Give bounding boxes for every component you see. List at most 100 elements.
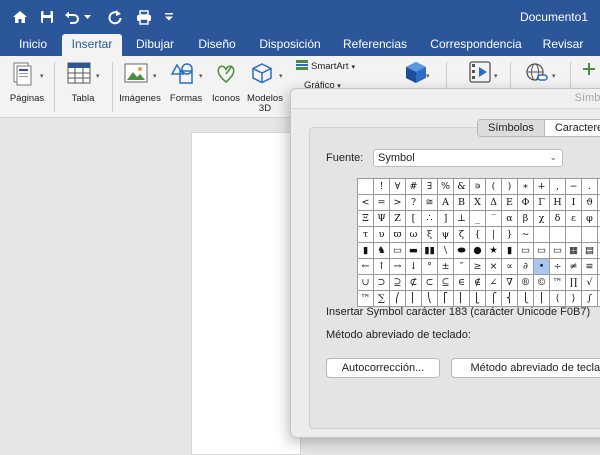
symbol-cell[interactable]: × xyxy=(485,258,502,275)
symbol-cell[interactable]: ⎡ xyxy=(437,290,454,307)
symbol-cell[interactable]: δ xyxy=(549,210,566,227)
symbol-cell[interactable]: Ζ xyxy=(389,210,406,227)
symbol-cell[interactable]: ⊃ xyxy=(373,274,390,291)
symbol-cell[interactable]: Ψ xyxy=(373,210,390,227)
symbol-cell[interactable]: ϑ xyxy=(581,194,598,211)
symbol-cell[interactable]: ≡ xyxy=(581,258,598,275)
symbol-cell[interactable]: ε xyxy=(565,210,582,227)
symbol-cell[interactable]: τ xyxy=(357,226,374,243)
symbol-cell[interactable]: ∫ xyxy=(581,290,598,307)
autocorrect-button[interactable]: Autocorrección... xyxy=(326,358,440,378)
symbol-cell[interactable] xyxy=(549,226,566,243)
document-page[interactable] xyxy=(191,132,301,455)
symbol-cell[interactable]: ⎜ xyxy=(405,290,422,307)
symbol-cell[interactable]: ) xyxy=(501,178,518,195)
tab-diseno[interactable]: Diseño xyxy=(193,34,241,56)
symbol-cell[interactable]: Η xyxy=(549,194,566,211)
symbol-cell[interactable]: √ xyxy=(581,274,598,291)
symbol-cell[interactable]: ⊂ xyxy=(421,274,438,291)
symbol-cell[interactable]: } xyxy=(501,226,518,243)
symbol-cell[interactable]: ∀ xyxy=(389,178,406,195)
customize-toolbar-icon[interactable] xyxy=(164,8,174,26)
symbol-cell[interactable]: ® xyxy=(517,274,534,291)
symbol-cell[interactable]: ⎝ xyxy=(421,290,438,307)
symbol-cell[interactable]: ⎧ xyxy=(485,290,502,307)
symbol-cell[interactable]: ζ xyxy=(453,226,470,243)
symbol-cell[interactable]: ( xyxy=(485,178,502,195)
symbol-cell[interactable]: ∏ xyxy=(565,274,582,291)
symbol-cell[interactable]: ▮ xyxy=(357,242,374,259)
symbol-cell[interactable]: _ xyxy=(469,210,486,227)
segment-caracteres[interactable]: Caracteres xyxy=(545,120,600,136)
symbol-cell[interactable]: ∃ xyxy=(421,178,438,195)
symbol-cell[interactable]: ∂ xyxy=(517,258,534,275)
modelos-3d-button[interactable]: ▾ Modelos 3D xyxy=(244,56,286,118)
symbol-cell[interactable]: ≥ xyxy=(469,258,486,275)
symbol-cell[interactable]: ‾ xyxy=(485,210,502,227)
tabla-button[interactable]: ▾ Tabla xyxy=(58,56,108,118)
symbol-cell[interactable]: ∇ xyxy=(501,274,518,291)
redo-icon[interactable] xyxy=(106,8,124,26)
symbol-cell[interactable]: ≠ xyxy=(565,258,582,275)
segment-simbolos[interactable]: Símbolos xyxy=(478,120,545,136)
symbol-cell[interactable]: Α xyxy=(437,194,454,211)
symbol-cell[interactable]: ∠ xyxy=(485,274,502,291)
tab-inicio[interactable]: Inicio xyxy=(10,34,56,56)
symbol-cell[interactable]: ? xyxy=(405,194,422,211)
symbol-cell[interactable]: ↓ xyxy=(405,258,422,275)
symbol-cell[interactable]: Δ xyxy=(485,194,502,211)
symbol-cell[interactable]: ▤ xyxy=(581,242,598,259)
symbol-cell[interactable]: ⊇ xyxy=(389,274,406,291)
symbol-cell[interactable]: ™ xyxy=(357,290,374,307)
shortcut-button[interactable]: Método abreviado de teclado... xyxy=(451,358,600,378)
symbol-cell[interactable]: ⊄ xyxy=(405,274,422,291)
symbol-cell[interactable]: β xyxy=(517,210,534,227)
symbol-cell[interactable]: ″ xyxy=(453,258,470,275)
symbol-cell[interactable]: Χ xyxy=(469,194,486,211)
symbol-cell[interactable]: | xyxy=(485,226,502,243)
symbol-cell[interactable]: ∴ xyxy=(421,210,438,227)
symbol-cell[interactable]: + xyxy=(533,178,550,195)
symbol-cell[interactable]: α xyxy=(501,210,518,227)
symbol-cell[interactable]: { xyxy=(469,226,486,243)
symbol-cell[interactable]: • xyxy=(533,258,550,275)
symbol-cell[interactable]: − xyxy=(565,178,582,195)
symbol-cell[interactable]: ⬬ xyxy=(453,242,470,259)
symbol-cell[interactable]: ⟩ xyxy=(565,290,582,307)
home-icon[interactable] xyxy=(10,8,30,26)
symbol-cell[interactable]: = xyxy=(373,194,390,211)
symbol-cell[interactable]: > xyxy=(389,194,406,211)
symbol-cell[interactable]: ★ xyxy=(485,242,502,259)
symbol-cell[interactable]: ▬ xyxy=(405,242,422,259)
symbol-cell[interactable]: ϖ xyxy=(389,226,406,243)
symbol-cell[interactable]: ↑ xyxy=(373,258,390,275)
tab-insertar[interactable]: Insertar xyxy=(62,34,122,56)
symbol-cell[interactable]: → xyxy=(389,258,406,275)
symbol-cell[interactable]: & xyxy=(453,178,470,195)
symbol-cell[interactable]: ▦ xyxy=(565,242,582,259)
symbol-cell[interactable]: ▭ xyxy=(389,242,406,259)
symbol-cell[interactable] xyxy=(357,178,374,195)
symbol-cell[interactable]: ] xyxy=(437,210,454,227)
save-icon[interactable] xyxy=(38,8,56,26)
symbol-cell[interactable]: ∼ xyxy=(517,226,534,243)
symbol-cell[interactable] xyxy=(581,226,598,243)
symbol-cell[interactable]: Ξ xyxy=(357,210,374,227)
symbol-cell[interactable]: ° xyxy=(421,258,438,275)
iconos-button[interactable]: Iconos xyxy=(208,56,244,118)
tab-correspondencia[interactable]: Correspondencia xyxy=(425,34,527,56)
symbol-cell[interactable]: ▮ xyxy=(501,242,518,259)
dialog-title-bar[interactable]: Símbolo xyxy=(291,89,600,109)
symbol-cell[interactable]: [ xyxy=(405,210,422,227)
undo-icon[interactable] xyxy=(62,8,82,26)
symbol-cell[interactable]: © xyxy=(533,274,550,291)
symbol-cell[interactable]: ⎛ xyxy=(389,290,406,307)
undo-dropdown-icon[interactable] xyxy=(83,8,91,26)
symbol-cell[interactable]: ● xyxy=(469,242,486,259)
print-icon[interactable] xyxy=(134,8,154,26)
symbol-cell[interactable]: Ε xyxy=(501,194,518,211)
symbol-cell[interactable]: ⎩ xyxy=(517,290,534,307)
symbol-cell[interactable] xyxy=(533,226,550,243)
symbol-cell[interactable]: ∝ xyxy=(501,258,518,275)
smartart-button[interactable]: SmartArt ▾ xyxy=(296,60,355,73)
